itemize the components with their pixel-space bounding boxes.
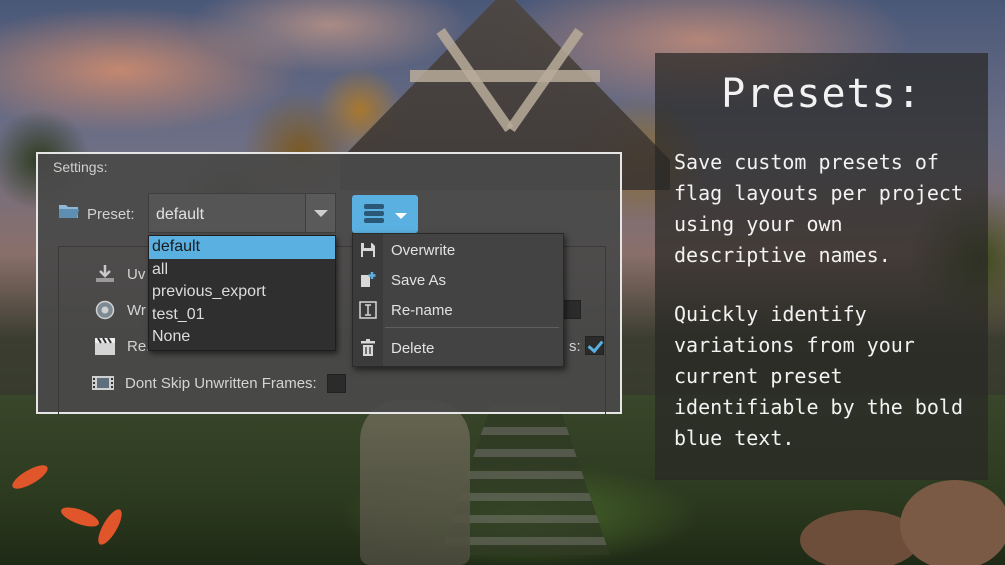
flag-label: Dont Skip Unwritten Frames: — [125, 374, 317, 392]
menu-item-overwrite[interactable]: Overwrite — [353, 237, 563, 263]
preset-option[interactable]: None — [149, 326, 335, 349]
clapperboard-icon — [95, 337, 115, 355]
flag-row[interactable]: Dont Skip Unwritten Frames: — [91, 373, 346, 393]
preset-option[interactable]: default — [149, 236, 335, 259]
flag-checkbox[interactable] — [585, 336, 604, 355]
hamburger-icon — [364, 204, 384, 224]
preset-option[interactable]: all — [149, 259, 335, 282]
menu-item-label: Overwrite — [391, 241, 456, 259]
rock — [900, 480, 1005, 565]
preset-menu-button[interactable] — [352, 195, 418, 233]
flag-label: Uv — [127, 265, 146, 283]
floppy-disk-icon — [353, 240, 383, 260]
add-file-icon — [353, 270, 383, 290]
globe-icon — [95, 300, 115, 320]
trash-icon — [353, 338, 383, 358]
chevron-down-icon[interactable] — [305, 194, 335, 232]
preset-option[interactable]: test_01 — [149, 304, 335, 327]
caret-down-icon — [395, 213, 407, 219]
flag-row[interactable]: Wr — [93, 300, 146, 320]
settings-panel: Settings: Preset: default Uv Wr Re... s:… — [36, 152, 622, 414]
settings-title: Settings: — [53, 159, 108, 175]
menu-item-delete[interactable]: Delete — [353, 335, 563, 361]
preset-options-list: default all previous_export test_01 None — [148, 235, 336, 351]
menu-item-save-as[interactable]: Save As — [353, 267, 563, 293]
preset-context-menu: Overwrite Save As Re-name Delete — [352, 233, 564, 367]
house-beam — [410, 70, 600, 82]
rename-icon — [353, 300, 383, 320]
flag-label: Wr — [127, 301, 146, 319]
preset-current-value: default — [156, 206, 205, 223]
flag-checkbox[interactable] — [326, 373, 346, 393]
preset-label: Preset: — [87, 206, 135, 223]
flag-checkbox[interactable] — [562, 300, 581, 319]
info-title: Presets: — [721, 71, 922, 117]
menu-item-label: Delete — [391, 339, 435, 357]
folder-icon — [59, 205, 79, 218]
preset-dropdown[interactable]: default — [148, 193, 336, 233]
film-strip-icon — [92, 376, 114, 390]
preset-option[interactable]: previous_export — [149, 281, 335, 304]
info-paragraph: Quickly identify variations from your cu… — [674, 302, 963, 450]
menu-item-label: Save As — [391, 271, 447, 289]
menu-item-label: Re-name — [391, 301, 453, 319]
character-figure — [360, 400, 470, 565]
info-card: Presets: Save custom presets of flag lay… — [655, 53, 988, 480]
menu-separator — [385, 327, 559, 328]
flag-label-fragment: s: — [569, 338, 581, 355]
download-arrow-icon — [96, 265, 114, 282]
flag-row[interactable]: Uv — [93, 264, 145, 284]
menu-item-rename[interactable]: Re-name — [353, 297, 563, 323]
info-paragraph: Save custom presets of flag layouts per … — [674, 150, 963, 267]
